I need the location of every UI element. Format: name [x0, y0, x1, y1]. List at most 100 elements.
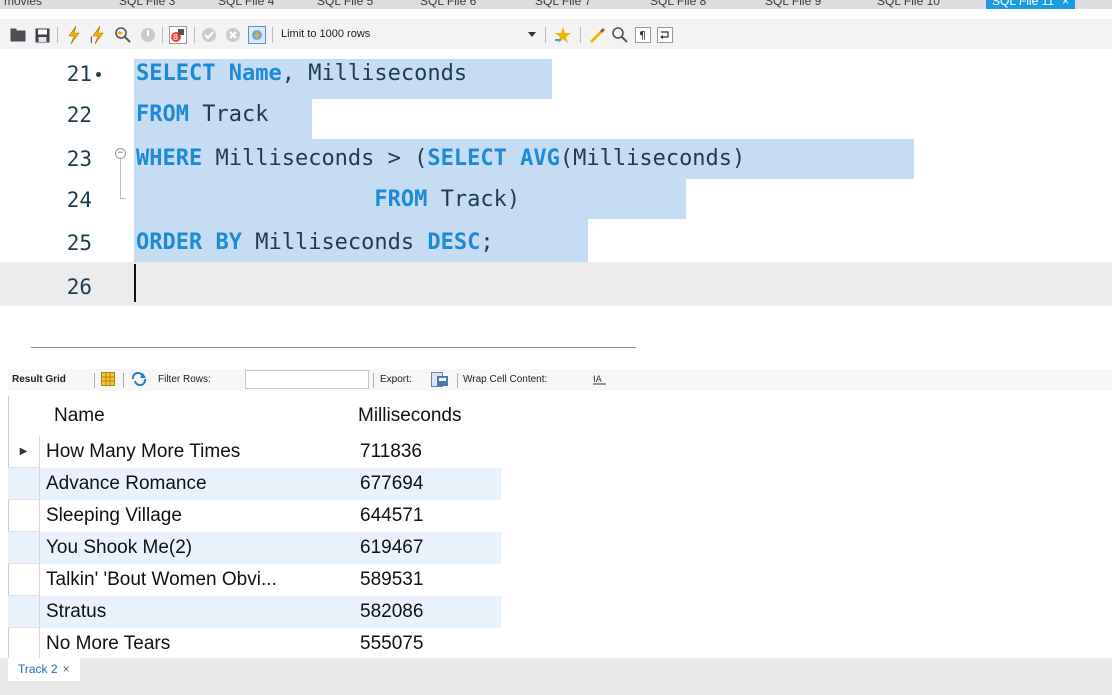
- execute-current-icon[interactable]: I: [90, 26, 106, 44]
- filter-rows-label: Filter Rows:: [158, 374, 211, 385]
- row-selector[interactable]: [8, 564, 40, 596]
- table-row[interactable]: Sleeping Village 644571: [8, 500, 501, 532]
- svg-text:¶: ¶: [639, 29, 646, 42]
- cell-milliseconds[interactable]: 619467: [360, 532, 500, 564]
- cell-name[interactable]: Talkin' 'Bout Women Obvi...: [46, 564, 346, 596]
- cell-name[interactable]: Advance Romance: [46, 468, 346, 500]
- code-line: SELECT Name, Milliseconds: [136, 59, 467, 89]
- toolbar-separator: [373, 373, 374, 388]
- sql-text: Track): [427, 187, 521, 212]
- filter-rows-input[interactable]: [245, 370, 369, 389]
- wrap-icon[interactable]: [656, 26, 674, 44]
- tab-sql-file-7[interactable]: SQL File 7: [535, 0, 591, 9]
- line-number: 26: [66, 275, 92, 299]
- cell-name[interactable]: How Many More Times: [46, 436, 346, 468]
- autocommit-icon[interactable]: [248, 26, 266, 44]
- chevron-down-icon[interactable]: [527, 26, 537, 44]
- current-row-indicator-icon[interactable]: ▶: [8, 436, 40, 468]
- stop-icon[interactable]: [140, 26, 156, 44]
- invisible-chars-icon[interactable]: ¶: [634, 26, 652, 44]
- code-line: ORDER BY Milliseconds DESC;: [136, 228, 494, 258]
- toolbar-separator: [545, 27, 546, 43]
- sql-keyword: ORDER BY: [136, 230, 242, 255]
- sql-keyword: Name: [228, 61, 282, 86]
- cell-milliseconds[interactable]: 711836: [360, 436, 500, 468]
- cell-milliseconds[interactable]: 555075: [360, 628, 500, 658]
- tab-label: Track 2: [18, 662, 58, 676]
- editor-tab-bar: movies SQL File 3 SQL File 4 SQL File 5 …: [0, 0, 1112, 9]
- cell-name[interactable]: You Shook Me(2): [46, 532, 346, 564]
- folder-icon[interactable]: [10, 26, 26, 44]
- code-line: WHERE Milliseconds > (SELECT AVG(Millise…: [136, 144, 745, 174]
- tab-sql-file-4[interactable]: SQL File 4: [218, 0, 274, 9]
- row-selector[interactable]: [8, 468, 40, 500]
- sql-editor-toolbar: I 8 Limit to 1000 rows ¶: [0, 19, 1112, 49]
- cell-name[interactable]: Stratus: [46, 596, 346, 628]
- export-icon[interactable]: [431, 372, 449, 390]
- sql-text: Track: [188, 102, 269, 127]
- execute-icon[interactable]: [66, 26, 82, 44]
- save-icon[interactable]: [34, 26, 50, 44]
- toolbar-separator: [57, 27, 58, 43]
- commit-icon[interactable]: [201, 26, 217, 44]
- tab-sql-file-5[interactable]: SQL File 5: [317, 0, 373, 9]
- sql-keyword: FROM: [136, 102, 189, 127]
- column-header-name[interactable]: Name: [54, 396, 105, 436]
- wrap-cell-label: Wrap Cell Content:: [463, 374, 548, 385]
- tab-sql-file-10[interactable]: SQL File 10: [877, 0, 940, 9]
- close-icon[interactable]: ×: [1062, 0, 1069, 8]
- find-icon[interactable]: [611, 26, 629, 44]
- table-row[interactable]: You Shook Me(2) 619467: [8, 532, 501, 564]
- row-selector[interactable]: [8, 532, 40, 564]
- brush-icon[interactable]: [588, 26, 606, 44]
- cell-milliseconds[interactable]: 644571: [360, 500, 500, 532]
- result-grid[interactable]: Name Milliseconds ▶ How Many More Times 71…: [8, 396, 1112, 658]
- toolbar-separator: [272, 27, 273, 43]
- grid-view-icon[interactable]: [101, 372, 115, 389]
- explain-icon[interactable]: [114, 26, 132, 44]
- wrap-cell-icon[interactable]: IA: [593, 373, 607, 388]
- toggle-error-icon[interactable]: 8: [169, 26, 187, 44]
- result-grid-label[interactable]: Result Grid: [12, 374, 66, 385]
- toolbar-separator: [457, 373, 458, 388]
- sql-keyword: SELECT: [136, 61, 229, 86]
- tab-label: SQL File 11: [992, 0, 1055, 8]
- cell-milliseconds[interactable]: 582086: [360, 596, 500, 628]
- table-row[interactable]: Stratus 582086: [8, 596, 501, 628]
- cell-milliseconds[interactable]: 677694: [360, 468, 500, 500]
- sql-text: ;: [480, 230, 494, 255]
- table-row[interactable]: No More Tears 555075: [8, 628, 501, 658]
- tab-movies[interactable]: movies: [4, 0, 42, 9]
- beautify-icon[interactable]: [554, 26, 572, 44]
- tab-sql-file-3[interactable]: SQL File 3: [119, 0, 175, 9]
- sql-keyword: DESC: [427, 230, 481, 255]
- tab-sql-file-9[interactable]: SQL File 9: [765, 0, 821, 9]
- cell-milliseconds[interactable]: 589531: [360, 564, 500, 596]
- sql-editor[interactable]: 21 22 23 24 25 26 − SELECT Name, Millise…: [0, 49, 1112, 345]
- fold-toggle-icon[interactable]: −: [115, 148, 126, 159]
- table-row[interactable]: Advance Romance 677694: [8, 468, 501, 500]
- table-row[interactable]: ▶ How Many More Times 711836: [8, 436, 501, 468]
- sql-text: Milliseconds: [241, 230, 428, 255]
- tab-sql-file-8[interactable]: SQL File 8: [650, 0, 706, 9]
- line-number: 21: [66, 62, 92, 86]
- limit-rows-select[interactable]: Limit to 1000 rows: [281, 28, 370, 40]
- text-cursor: [134, 264, 136, 302]
- rollback-icon[interactable]: [225, 26, 241, 44]
- row-selector[interactable]: [8, 596, 40, 628]
- tab-sql-file-11[interactable]: SQL File 11 ×: [986, 0, 1076, 9]
- table-row[interactable]: Talkin' 'Bout Women Obvi... 589531: [8, 564, 501, 596]
- panel-splitter[interactable]: [31, 347, 636, 348]
- close-icon[interactable]: ×: [63, 662, 70, 676]
- cell-name[interactable]: Sleeping Village: [46, 500, 346, 532]
- toolbar-separator: [162, 27, 163, 43]
- cell-name[interactable]: No More Tears: [46, 628, 346, 658]
- tab-sql-file-6[interactable]: SQL File 6: [420, 0, 476, 9]
- column-header-milliseconds[interactable]: Milliseconds: [358, 396, 462, 436]
- row-selector[interactable]: [8, 628, 40, 658]
- row-selector[interactable]: [8, 500, 40, 532]
- refresh-icon[interactable]: [131, 371, 147, 389]
- tab-track-2[interactable]: Track 2 ×: [8, 658, 80, 681]
- result-tab-bar: Track 2 ×: [0, 658, 1112, 695]
